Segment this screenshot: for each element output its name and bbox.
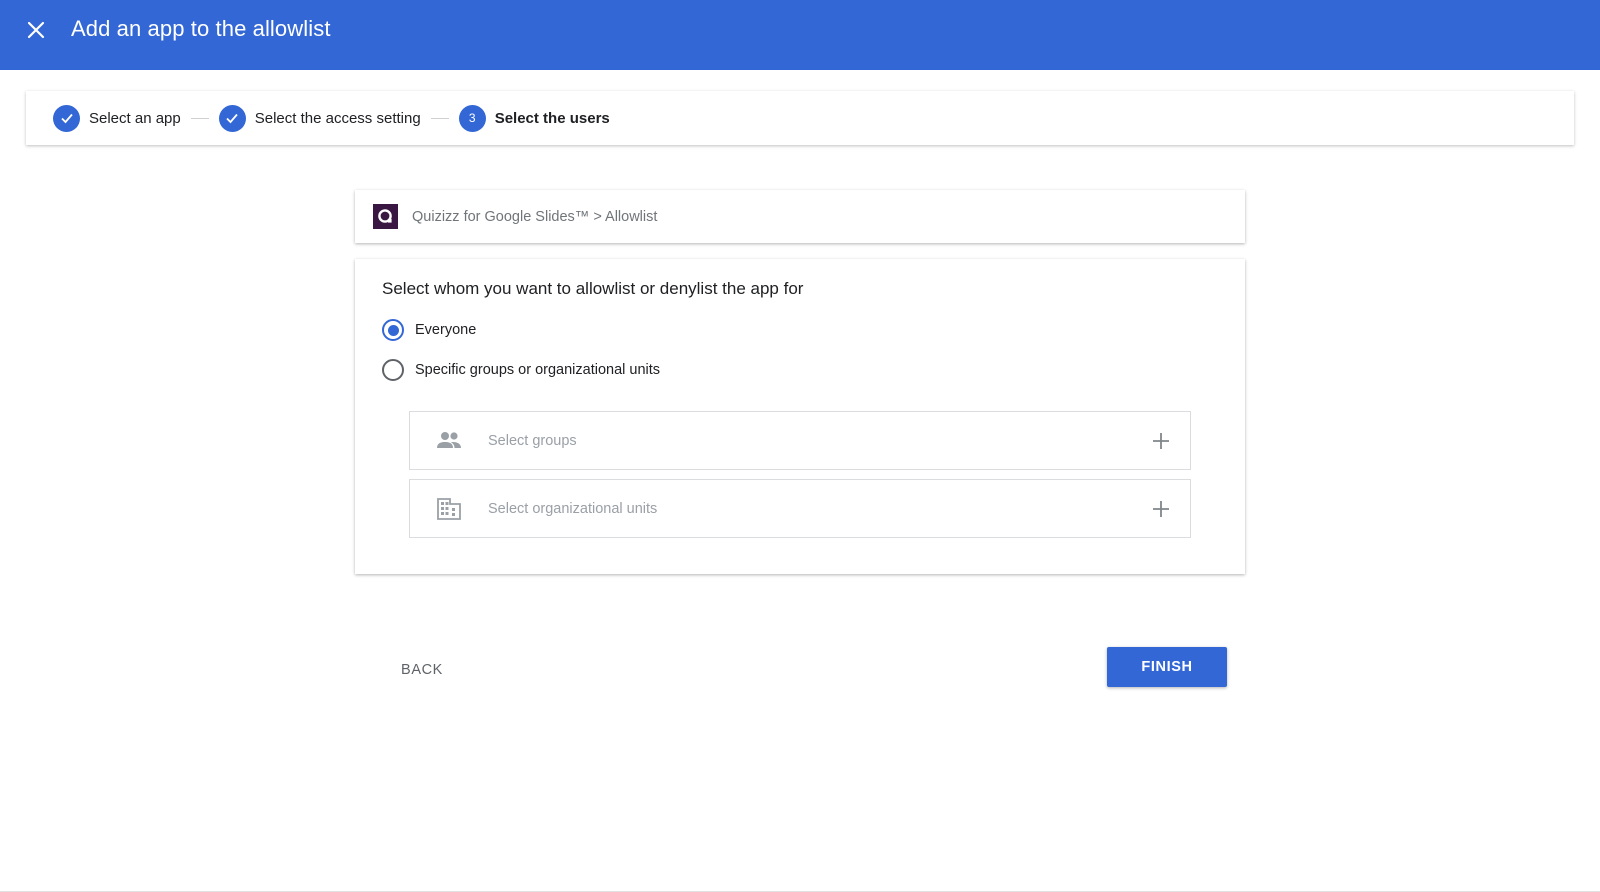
radio-label: Specific groups or organizational units (415, 362, 661, 378)
radio-label: Everyone (415, 322, 477, 338)
plus-icon[interactable] (1150, 498, 1172, 520)
back-button[interactable]: BACK (388, 652, 456, 688)
step-done-marker (218, 104, 246, 132)
radio-button[interactable] (382, 359, 404, 381)
step-label: Select the users (494, 109, 610, 127)
step-done-marker (53, 104, 80, 132)
breadcrumb: Quizizz for Google Slides™ > Allowlist (412, 208, 658, 225)
user-selection-card: Select whom you want to allowlist or den… (355, 259, 1245, 574)
people-icon (437, 432, 461, 448)
quizizz-logo-icon (373, 204, 398, 229)
step-label: Select the access setting (254, 109, 421, 127)
close-icon (27, 21, 45, 39)
selector-label: Select groups (488, 432, 577, 449)
step-connector (430, 117, 449, 119)
step-connector (190, 117, 209, 119)
check-icon (60, 113, 73, 124)
plus-icon[interactable] (1150, 430, 1172, 452)
radio-everyone[interactable]: Everyone (382, 319, 476, 341)
check-icon (226, 113, 238, 124)
app-breadcrumb-card: Quizizz for Google Slides™ > Allowlist (355, 190, 1245, 243)
radio-button[interactable] (382, 319, 404, 341)
select-groups-field[interactable]: Select groups (409, 411, 1191, 470)
step-access-setting: Select the access setting (218, 104, 421, 132)
building-icon (437, 498, 461, 520)
step-select-app: Select an app (53, 104, 181, 132)
section-heading: Select whom you want to allowlist or den… (382, 279, 804, 298)
step-label: Select an app (89, 109, 181, 127)
stepper: Select an app Select the access setting … (26, 91, 1574, 145)
close-button[interactable] (22, 16, 50, 44)
radio-specific-groups[interactable]: Specific groups or organizational units (382, 359, 660, 381)
step-select-users: 3 Select the users (458, 104, 610, 132)
finish-button[interactable]: FINISH (1107, 647, 1227, 687)
select-org-units-field[interactable]: Select organizational units (409, 479, 1191, 538)
step-number-marker: 3 (458, 104, 486, 132)
selector-label: Select organizational units (488, 500, 658, 517)
page-title: Add an app to the allowlist (71, 16, 331, 41)
app-header: Add an app to the allowlist (0, 0, 1600, 70)
